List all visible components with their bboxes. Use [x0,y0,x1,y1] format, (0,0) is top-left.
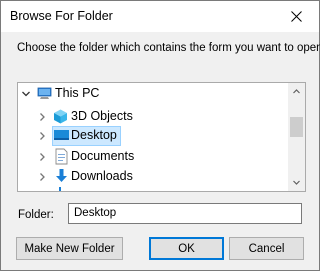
make-new-folder-button[interactable]: Make New Folder [16,237,123,260]
chevron-up-icon [293,89,300,94]
ok-button[interactable]: OK [149,237,224,260]
tree-item-label: This PC [55,86,100,100]
tree-item-label: Downloads [71,169,133,183]
chevron-right-icon[interactable] [37,112,47,122]
chevron-down-icon[interactable] [21,89,31,99]
3d-objects-icon [52,108,69,125]
desktop-icon [53,127,70,144]
folder-tree[interactable]: This PC 3D Objects Desktop Documents Dow… [17,82,306,192]
documents-icon [53,148,70,165]
title-bar[interactable]: Browse For Folder [1,1,319,32]
chevron-down-icon [293,180,300,185]
tree-item-label: Documents [71,149,135,163]
chevron-right-icon[interactable] [37,131,47,141]
instruction-text: Choose the folder which contains the for… [17,42,320,54]
close-button[interactable] [273,1,319,32]
vertical-scrollbar[interactable] [288,83,305,191]
browse-for-folder-dialog: Browse For Folder Choose the folder whic… [0,0,320,271]
tree-item-label: 3D Objects [71,109,133,123]
cancel-button[interactable]: Cancel [229,237,304,260]
next-item-peek [59,187,61,191]
close-icon [290,11,302,22]
folder-input[interactable]: Desktop [68,203,302,224]
chevron-right-icon[interactable] [37,172,47,182]
scroll-down-button[interactable] [288,174,305,191]
folder-label: Folder: [18,209,54,221]
computer-icon [36,85,53,102]
scroll-up-button[interactable] [288,83,305,100]
scroll-thumb[interactable] [290,117,303,137]
chevron-right-icon[interactable] [37,152,47,162]
downloads-icon [53,168,70,185]
tree-item-label: Desktop [71,128,117,142]
dialog-title: Browse For Folder [10,9,113,23]
